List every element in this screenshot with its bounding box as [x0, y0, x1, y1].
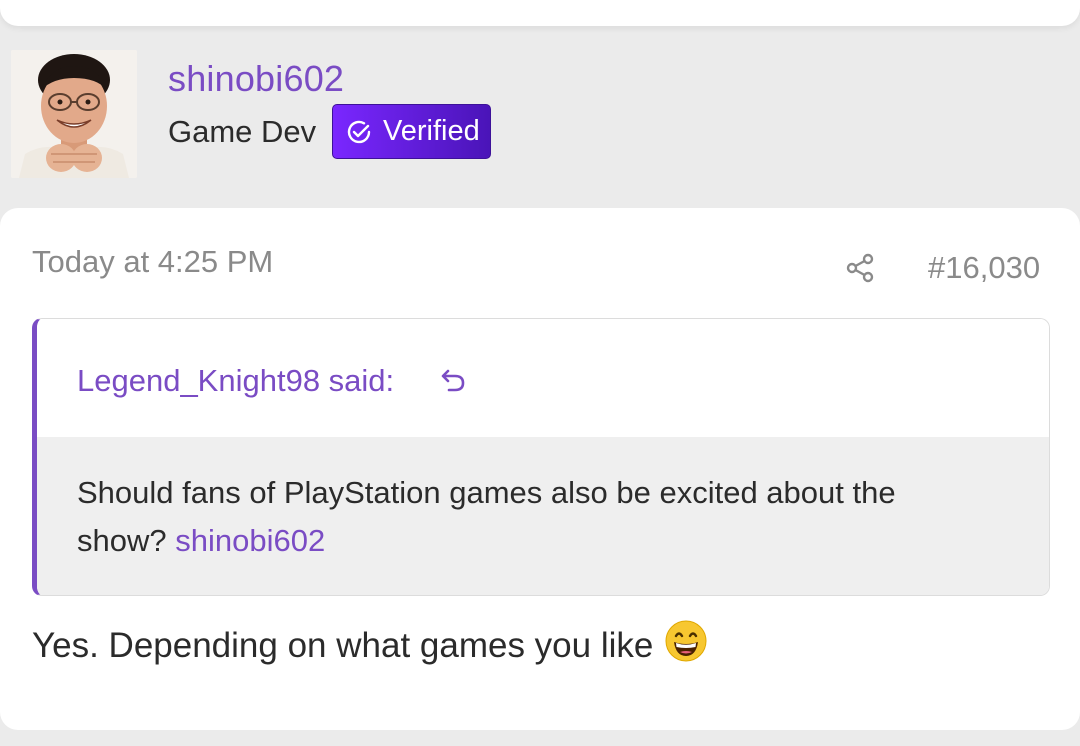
quote-content: Should fans of PlayStation games also be… — [37, 437, 1049, 595]
quote-header: Legend_Knight98 said: — [37, 319, 1049, 437]
user-mention-link[interactable]: shinobi602 — [175, 523, 325, 558]
post-timestamp[interactable]: Today at 4:25 PM — [32, 244, 273, 280]
grinning-face-emoji — [665, 620, 707, 671]
verified-badge-label: Verified — [383, 115, 480, 147]
jump-to-quote-icon[interactable] — [439, 366, 467, 399]
card-separator — [0, 730, 1080, 746]
author-title: Game Dev — [168, 114, 317, 149]
previous-post-card — [0, 0, 1080, 26]
quote-block: Legend_Knight98 said: Should fans of Pla… — [32, 318, 1050, 596]
post-body-text: Yes. Depending on what games you like — [32, 625, 654, 665]
quote-text-line2-prefix: show? — [77, 523, 176, 558]
post-author-header — [0, 42, 1080, 208]
quote-text-line2: show? shinobi602 — [77, 517, 1009, 565]
quote-author-link[interactable]: Legend_Knight98 said: — [77, 363, 394, 399]
check-circle-icon — [347, 120, 371, 143]
post-body: Yes. Depending on what games you like — [32, 620, 707, 671]
share-icon[interactable] — [844, 252, 876, 289]
avatar[interactable] — [11, 50, 137, 178]
avatar-image — [11, 50, 137, 178]
post-number-link[interactable]: #16,030 — [928, 250, 1040, 286]
verified-badge: Verified — [332, 104, 491, 159]
author-username[interactable]: shinobi602 — [168, 58, 344, 100]
quote-text-line1: Should fans of PlayStation games also be… — [77, 475, 896, 510]
